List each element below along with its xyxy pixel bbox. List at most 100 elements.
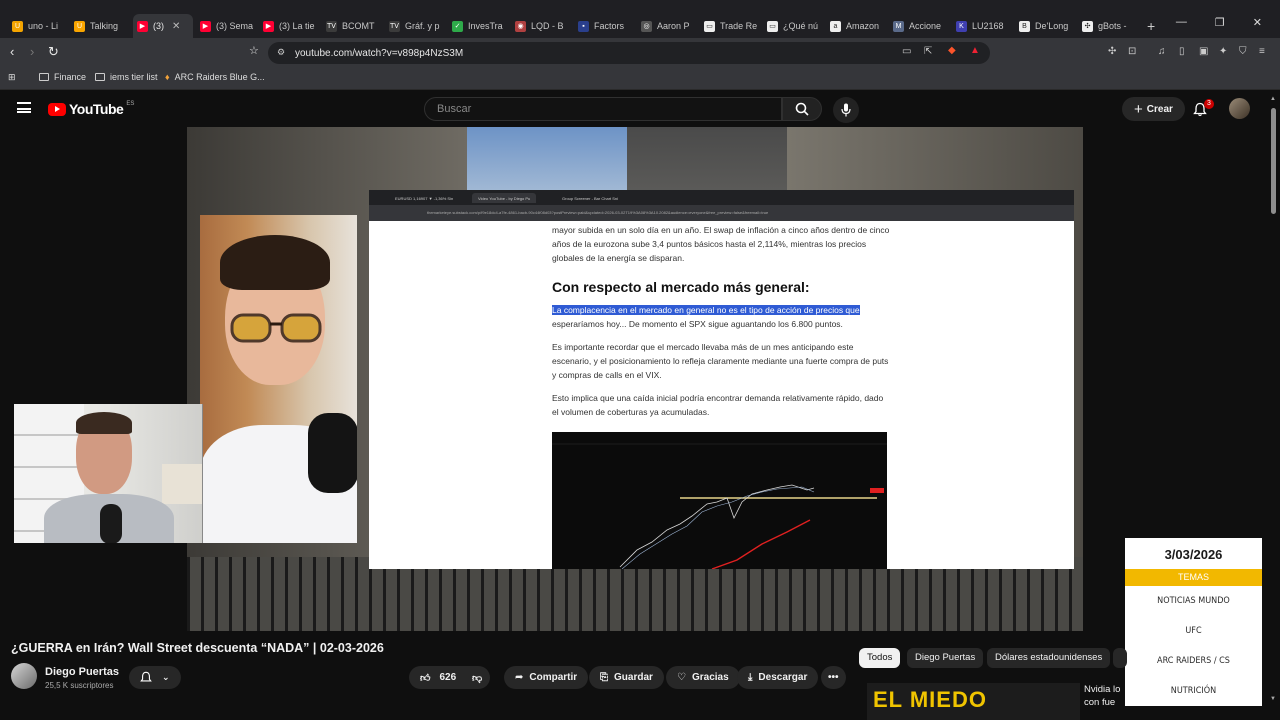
browser-tab[interactable]: Uuno - Li — [8, 14, 68, 38]
microphone-icon — [841, 103, 851, 117]
address-url[interactable]: youtube.com/watch?v=v898p4NzS3M — [295, 48, 463, 59]
thumbs-down-icon: 👎︎ — [472, 672, 483, 684]
plus-icon: + — [1134, 100, 1143, 118]
search-button[interactable] — [782, 97, 822, 121]
bookmark-iems[interactable]: iems tier list — [95, 72, 158, 82]
restore-icon[interactable]: ❐ — [1215, 16, 1225, 29]
screen-share-tab: Video YouTube - by Diego Pu — [472, 193, 537, 203]
sidebar-icon[interactable]: ▯ — [1179, 46, 1185, 57]
browser-tab-label: De'Long — [1035, 21, 1069, 31]
leo-ai-icon[interactable]: ✦ — [1219, 46, 1227, 57]
video-title: ¿GUERRA en Irán? Wall Street descuenta “… — [11, 641, 384, 655]
favicon-icon: ◎ — [641, 20, 652, 32]
browser-tab[interactable]: ▶ (3) ✕ — [133, 14, 193, 38]
screen-share-browser-chrome: EURUSD 1,16907 ▼ -1,36% Sin Video YouTub… — [369, 190, 1074, 221]
brave-shield-icon[interactable]: ◆ — [948, 45, 956, 56]
screen-share-window: EURUSD 1,16907 ▼ -1,36% Sin Video YouTub… — [369, 190, 1074, 569]
back-icon[interactable]: ‹ — [10, 44, 14, 59]
browser-tab[interactable]: ▭ Trade Re — [700, 14, 760, 38]
rewards-icon[interactable]: ▲ — [970, 45, 980, 56]
browser-tab[interactable]: a Amazon — [826, 14, 886, 38]
scroll-up-icon[interactable]: ▲ — [1270, 96, 1276, 102]
site-info-icon[interactable]: ⚙ — [277, 47, 285, 58]
recommended-title[interactable]: Nvidia lo con fue exage — [1084, 683, 1124, 713]
favicon-icon: ▶ — [263, 20, 274, 32]
page-scrollbar[interactable]: ▲ ▼ — [1270, 96, 1278, 706]
user-avatar[interactable] — [1229, 98, 1250, 119]
minimize-icon[interactable]: — — [1176, 16, 1187, 29]
chip-more[interactable] — [1113, 648, 1127, 668]
wallet-icon[interactable]: ▣ — [1199, 46, 1208, 57]
scrollbar-thumb[interactable] — [1271, 108, 1276, 214]
chip-todos[interactable]: Todos — [859, 648, 901, 668]
bookmark-star-icon[interactable]: ☆ — [249, 44, 259, 57]
reload-icon[interactable]: ↻ — [48, 44, 59, 60]
browser-tab[interactable]: ▪ Factors — [574, 14, 634, 38]
browser-tab[interactable]: ✓ InvesTra — [448, 14, 508, 38]
subscription-bell-button[interactable]: ⌄ — [129, 666, 181, 689]
save-button[interactable]: ⎘ Guardar — [589, 666, 664, 689]
favicon-icon: ▪ — [578, 20, 589, 32]
channel-name[interactable]: Diego Puertas — [45, 666, 119, 678]
chip-usd[interactable]: Dólares estadounidenses — [987, 648, 1111, 668]
share-page-icon[interactable]: ⇱ — [924, 46, 932, 57]
topics-overlay: 3/03/2026 TEMAS NOTICIAS MUNDO UFC ARC R… — [1125, 538, 1262, 706]
browser-tab[interactable]: ▭ ¿Qué nú — [763, 14, 823, 38]
browser-tab[interactable]: TV Gráf. y p — [385, 14, 445, 38]
music-icon[interactable]: ♫ — [1158, 46, 1166, 57]
create-button[interactable]: + Crear — [1122, 97, 1185, 121]
topic-item: NUTRICIÓN — [1170, 686, 1217, 696]
voice-search-button[interactable] — [833, 97, 859, 123]
thanks-button[interactable]: ♡ Gracias — [666, 666, 740, 689]
browser-tab[interactable]: TV BCOMT — [322, 14, 382, 38]
browser-tab[interactable]: ✣ gBots - — [1078, 14, 1138, 38]
browser-tab-label: BCOMT — [342, 21, 375, 31]
apps-grid-icon[interactable]: ⊞ — [8, 72, 16, 83]
favicon-icon: K — [956, 20, 967, 32]
extensions-icon[interactable]: ✣ — [1108, 46, 1116, 57]
browser-tab[interactable]: K LU2168 — [952, 14, 1012, 38]
cast-icon[interactable]: ▭ — [902, 46, 911, 57]
favicon-icon: a — [830, 20, 841, 32]
forward-icon[interactable]: › — [30, 44, 34, 59]
video-background-sky — [467, 127, 627, 197]
share-button[interactable]: ➦ Compartir — [504, 666, 589, 689]
browser-tab-label: (3) Sema — [216, 21, 254, 31]
browser-tab-label: Talking — [90, 21, 119, 31]
youtube-logo[interactable]: YouTube ES — [48, 101, 134, 117]
vpn-icon[interactable]: ⛉ — [1239, 46, 1247, 57]
download-button[interactable]: ⤓ Descargar — [737, 666, 819, 689]
article-paragraph: Esto implica que una caída inicial podrí… — [552, 393, 884, 417]
close-window-icon[interactable]: ✕ — [1253, 16, 1262, 29]
screen-share-tab: Group Screener - Bar Chart Sni — [562, 196, 619, 201]
scroll-down-icon[interactable]: ▼ — [1270, 696, 1276, 702]
menu-icon[interactable]: ≡ — [1259, 46, 1265, 57]
browser-tab[interactable]: ▶ (3) Sema — [196, 14, 256, 38]
browser-tab-label: Factors — [594, 21, 625, 31]
hamburger-menu-icon[interactable] — [17, 102, 31, 113]
recommended-thumbnail[interactable]: EL MIEDO — [867, 683, 1080, 720]
channel-avatar[interactable] — [11, 663, 37, 689]
browser-tab[interactable]: ▶ (3) La tie — [259, 14, 319, 38]
bookmarks-bar: ⊞ Finance iems tier list ♦ ARC Raiders Bl… — [0, 68, 1280, 90]
browser-tab[interactable]: M Accione — [889, 14, 949, 38]
browser-tab[interactable]: U Talking — [70, 14, 130, 38]
bookmark-arc-raiders[interactable]: ♦ ARC Raiders Blue G... — [165, 72, 265, 82]
screenshot-icon[interactable]: ⊡ — [1128, 46, 1136, 57]
more-actions-button[interactable]: ••• — [821, 666, 846, 689]
address-bar[interactable]: ⚙ youtube.com/watch?v=v898p4NzS3M ▭ ⇱ ◆ … — [268, 42, 990, 64]
dislike-button[interactable]: 👎︎ — [464, 666, 491, 689]
browser-tab-label: ¿Qué nú — [783, 21, 819, 31]
close-tab-icon[interactable]: ✕ — [172, 21, 180, 32]
browser-tab[interactable]: ◎ Aaron P — [637, 14, 697, 38]
highlighted-text: La complacencia en el mercado en general… — [552, 305, 860, 315]
microphone-prop — [308, 413, 357, 493]
new-tab-button[interactable]: + — [1147, 14, 1155, 38]
bookmark-finance[interactable]: Finance — [39, 72, 86, 82]
favicon-icon: ▶ — [137, 20, 148, 32]
search-input[interactable]: Buscar — [424, 97, 782, 121]
chip-channel[interactable]: Diego Puertas — [907, 648, 984, 668]
browser-tab[interactable]: B De'Long — [1015, 14, 1075, 38]
browser-tab[interactable]: ◉ LQD - B — [511, 14, 571, 38]
browser-tab-label: InvesTra — [468, 21, 503, 31]
